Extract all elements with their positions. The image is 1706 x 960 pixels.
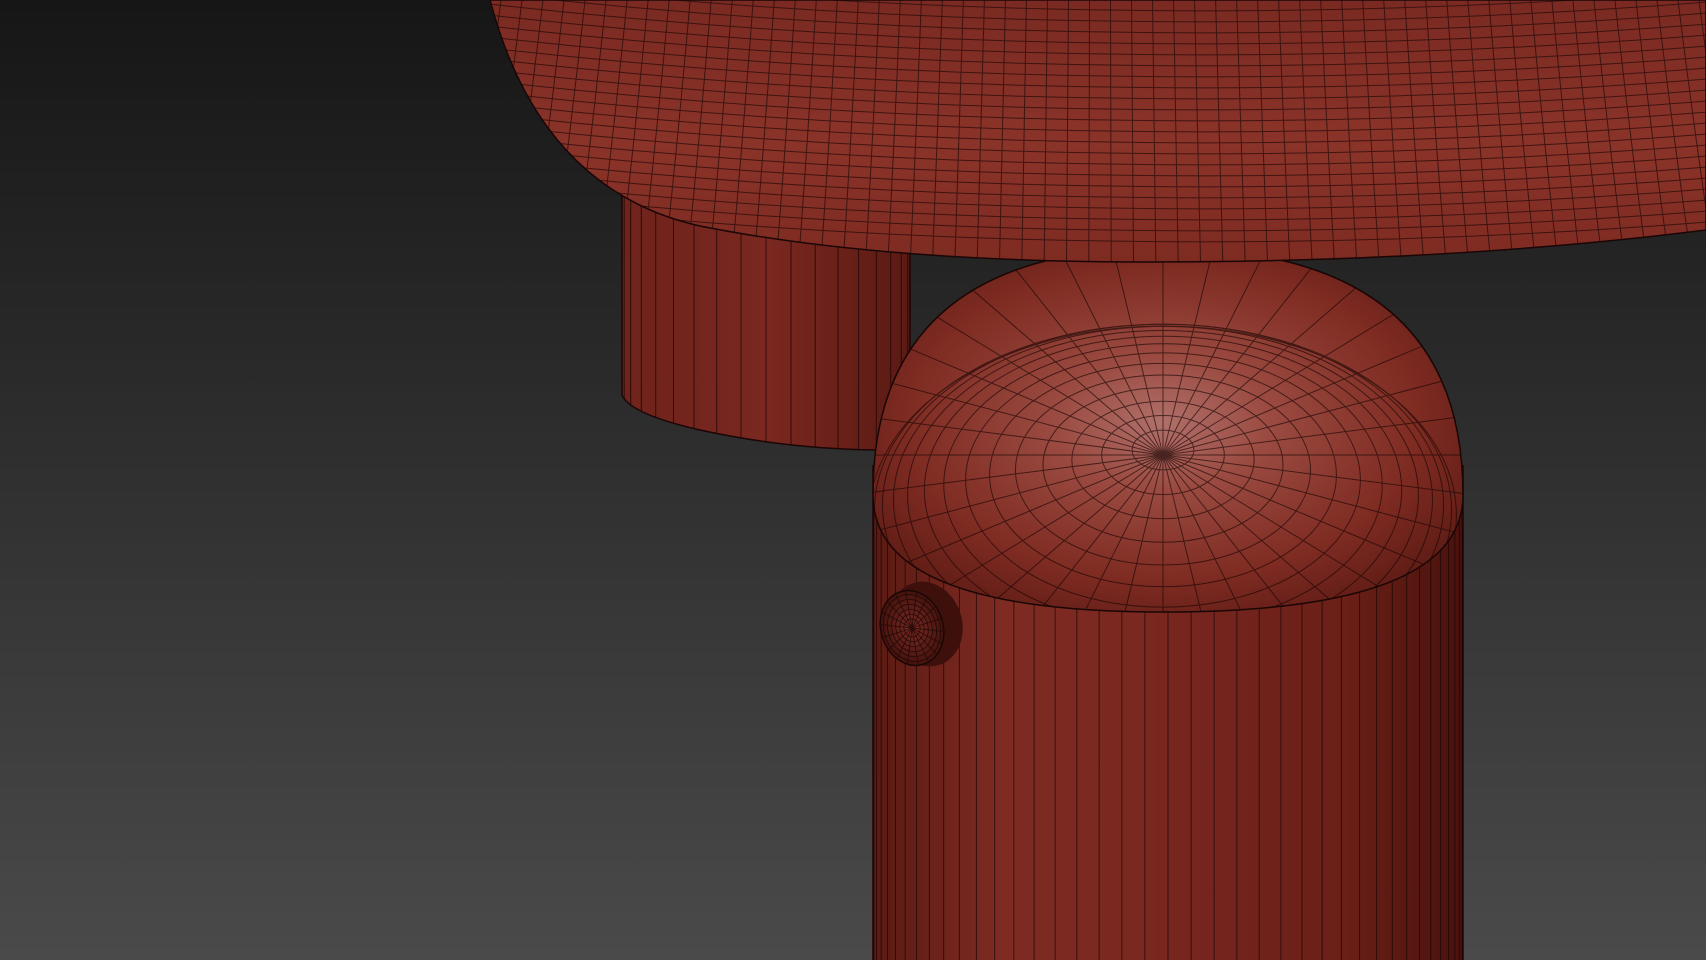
viewport-canvas[interactable] xyxy=(0,0,1706,960)
3d-viewport[interactable] xyxy=(0,0,1706,960)
